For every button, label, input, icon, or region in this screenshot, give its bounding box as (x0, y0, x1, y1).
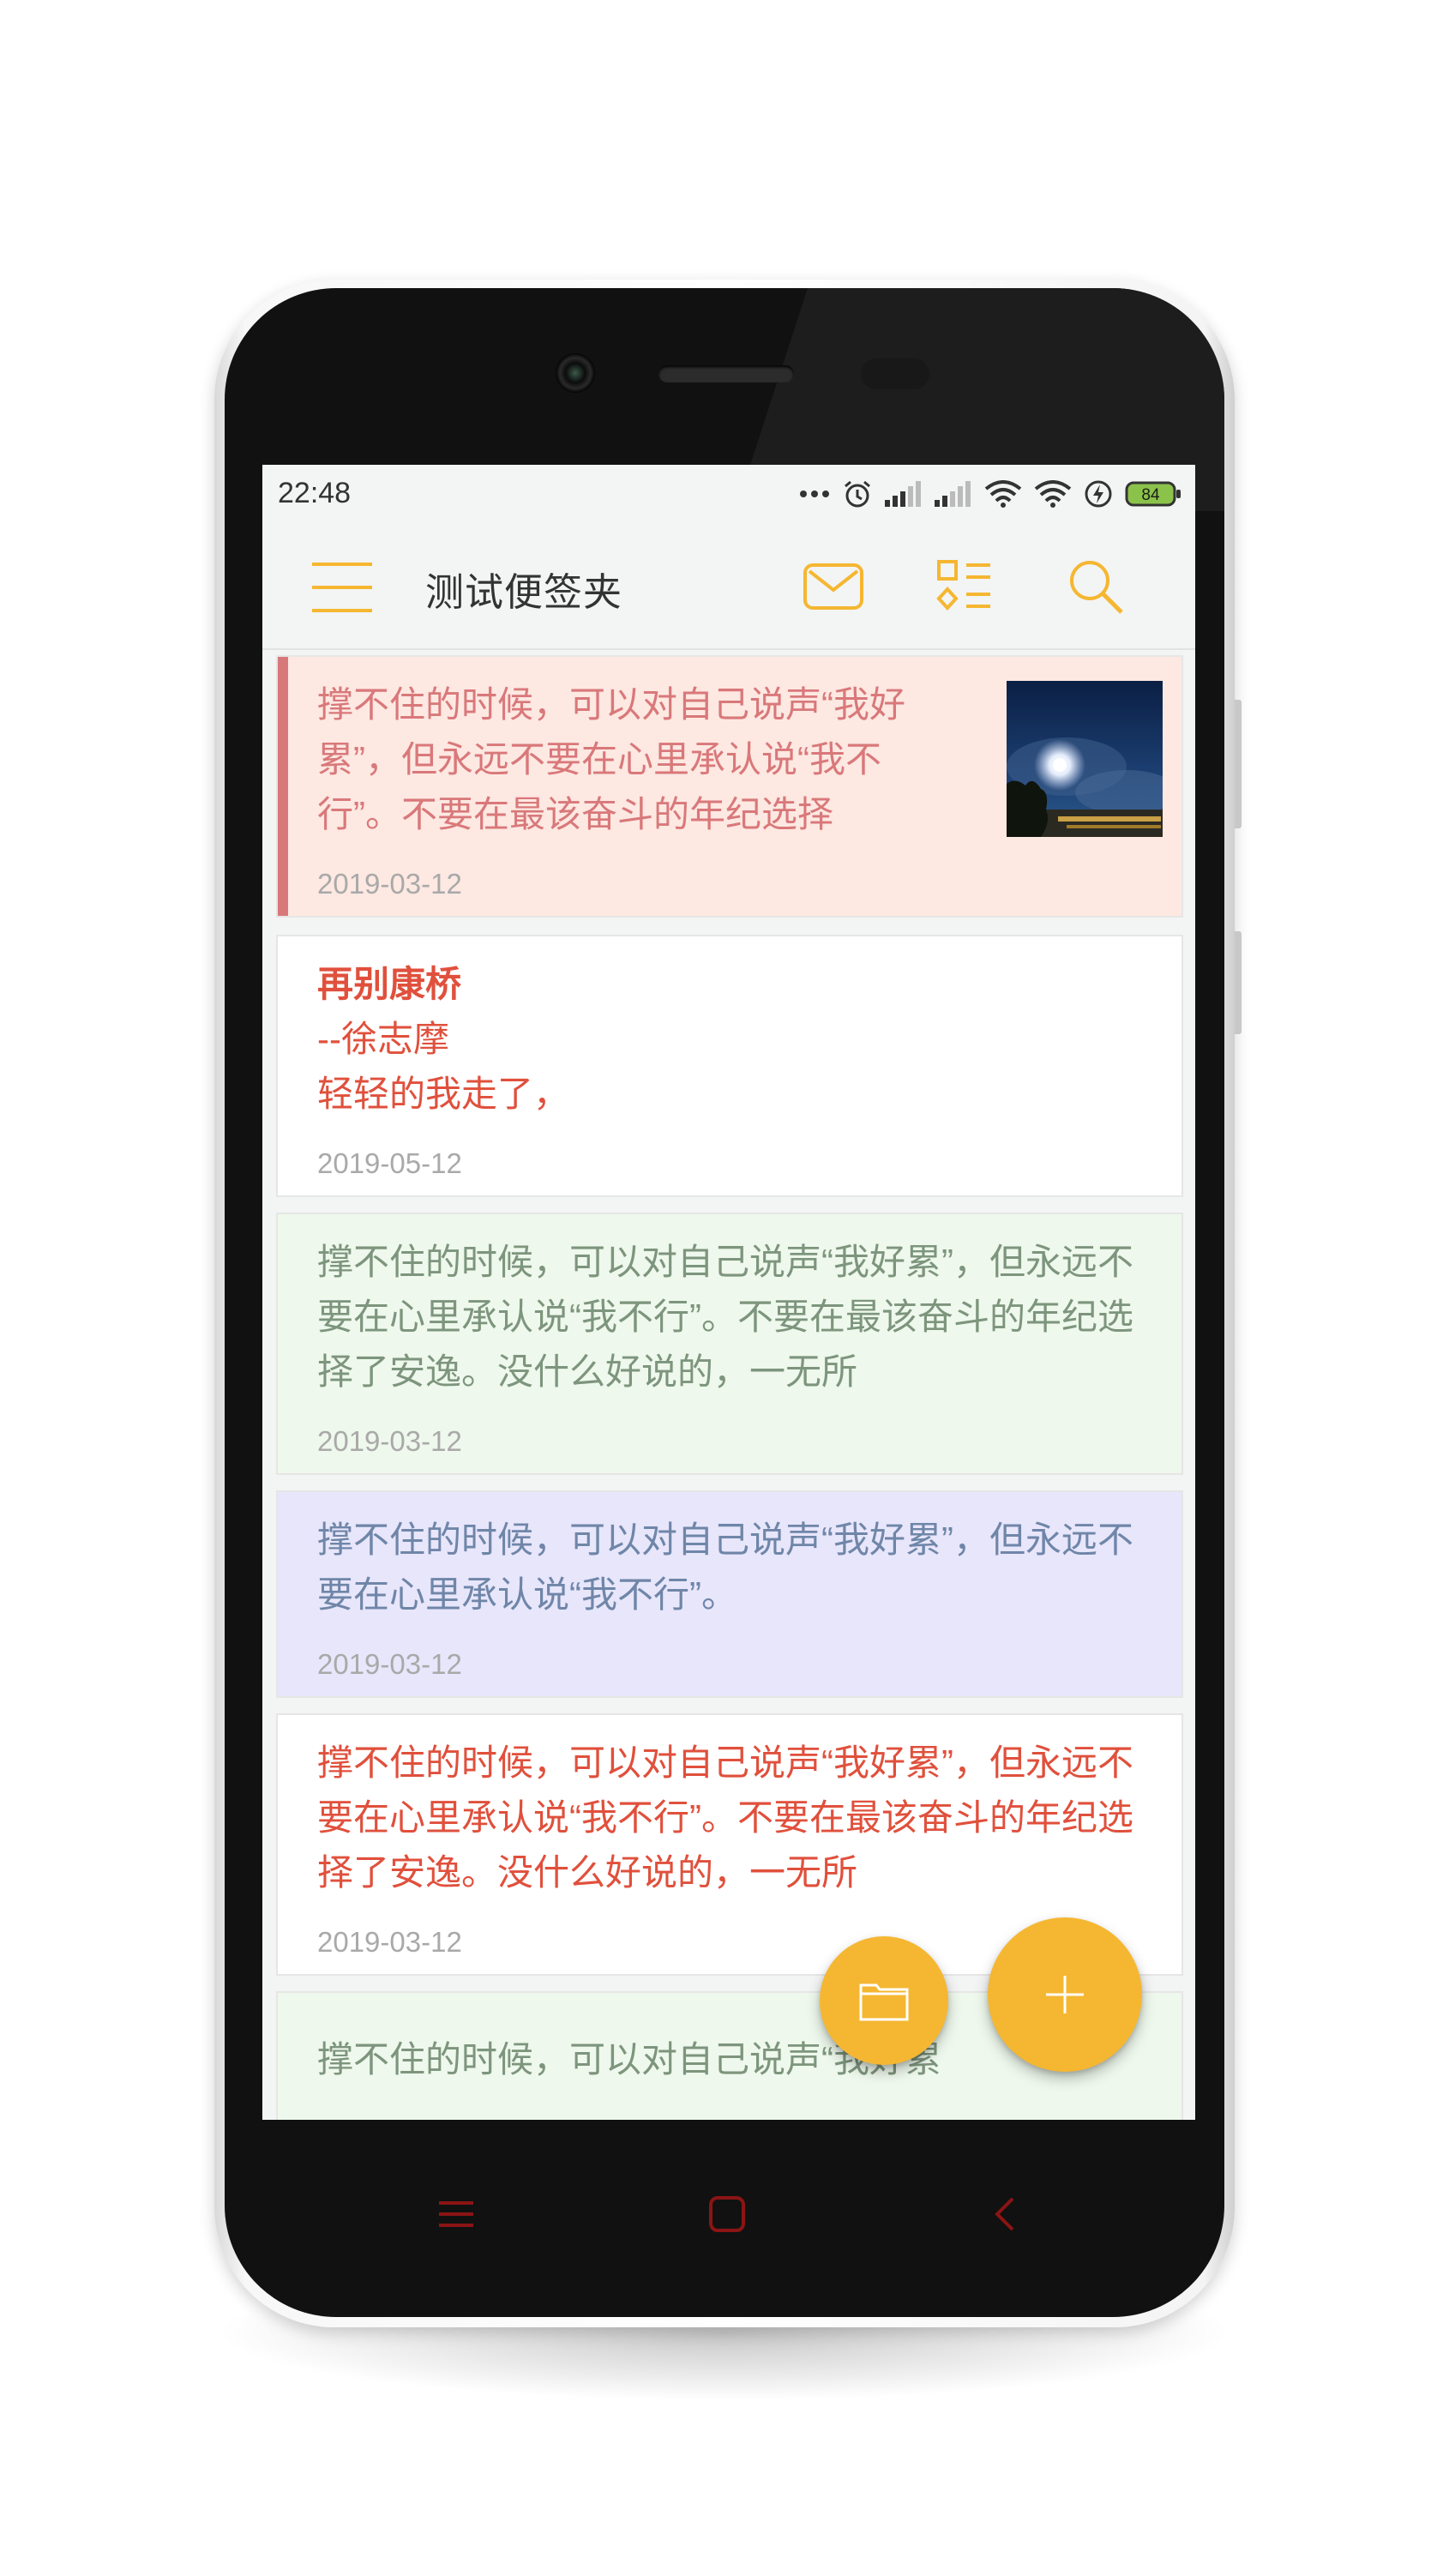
note-date: 2019-03-12 (317, 868, 462, 900)
mail-button[interactable] (799, 552, 868, 621)
note-image (1007, 681, 1163, 837)
folder-fab[interactable] (820, 1936, 948, 2065)
note-date: 2019-05-12 (317, 1147, 462, 1179)
note-date: 2019-03-12 (317, 1926, 462, 1958)
nav-bar (262, 2120, 1195, 2300)
note-card[interactable]: 撑不住的时候，可以对自己说声“我好累”，但永远不要在心里承认说“我不行”。不要在… (276, 1213, 1183, 1475)
search-icon (1070, 561, 1123, 614)
volume-button (1235, 700, 1242, 828)
menu-nav-button[interactable] (422, 2180, 490, 2248)
note-text: 撑不住的时候，可以对自己说声“我好累”，但永远不要在心里承认说“我不行”。 (317, 1520, 1133, 1615)
note-text: 撑不住的时候，可以对自己说声“我好累”，但永远不要在心里承认说“我不行”。不要在… (317, 684, 905, 834)
charging-icon (1085, 480, 1112, 508)
note-card[interactable]: 再别康桥 --徐志摩 轻轻的我走了， 2019-05-12 (276, 935, 1183, 1197)
note-accent-bar (278, 657, 288, 916)
hamburger-icon (312, 563, 372, 612)
back-nav-icon (995, 2197, 1014, 2231)
status-time: 22:48 (278, 477, 352, 509)
note-card[interactable]: 撑不住的时候，可以对自己说声“我好累”，但永远不要在心里承认说“我不行”。 20… (276, 1490, 1183, 1698)
note-text: 撑不住的时候，可以对自己说声“我好累”，但永远不要在心里承认说“我不行”。不要在… (317, 1742, 1133, 1893)
menu-button[interactable] (312, 561, 372, 614)
mail-icon (803, 563, 863, 610)
signal-1-icon (885, 481, 921, 507)
home-nav-icon (709, 2196, 745, 2232)
note-text: --徐志摩 轻轻的我走了， (317, 1019, 570, 1114)
alarm-icon (845, 480, 870, 508)
menu-nav-icon (439, 2201, 473, 2227)
note-date: 2019-03-12 (317, 1425, 462, 1457)
status-icons: 84 (799, 477, 1181, 511)
wifi-2-icon (1034, 480, 1072, 508)
battery-icon: 84 (1125, 481, 1181, 507)
app-bar: 测试便签夹 (262, 523, 1195, 650)
view-mode-button[interactable] (929, 552, 998, 621)
screen: 22:48 84 测试便签夹 撑不住的时候，可以对自己说声“我好累”，但永远不要… (262, 465, 1195, 2120)
earpiece-speaker (658, 365, 794, 382)
note-text: 撑不住的时候，可以对自己说声“我好累”，但永远不要在心里承认说“我不行”。不要在… (317, 1242, 1133, 1392)
add-icon (1046, 1976, 1084, 2013)
search-button[interactable] (1061, 552, 1130, 621)
page-title: 测试便签夹 (425, 570, 623, 614)
signal-2-icon (935, 481, 971, 507)
app-bar-divider (262, 648, 1195, 650)
power-button (1235, 931, 1242, 1034)
note-title: 再别康桥 (317, 964, 462, 1004)
note-date: 2019-03-12 (317, 1648, 462, 1680)
back-nav-button[interactable] (971, 2180, 1039, 2248)
home-nav-button[interactable] (693, 2180, 761, 2248)
front-camera (556, 353, 595, 393)
more-dots-icon (800, 491, 829, 497)
proximity-sensor (861, 358, 929, 389)
wifi-1-icon (984, 480, 1022, 508)
battery-level: 84 (1141, 486, 1160, 504)
grid-list-icon (936, 560, 990, 611)
note-body: 再别康桥 --徐志摩 轻轻的我走了， (317, 957, 1156, 1123)
status-bar: 22:48 84 (262, 465, 1195, 523)
note-card[interactable]: 撑不住的时候，可以对自己说声“我好累”，但永远不要在心里承认说“我不行”。不要在… (276, 655, 1183, 918)
folder-icon (859, 1983, 909, 2021)
add-note-fab[interactable] (988, 1917, 1142, 2072)
